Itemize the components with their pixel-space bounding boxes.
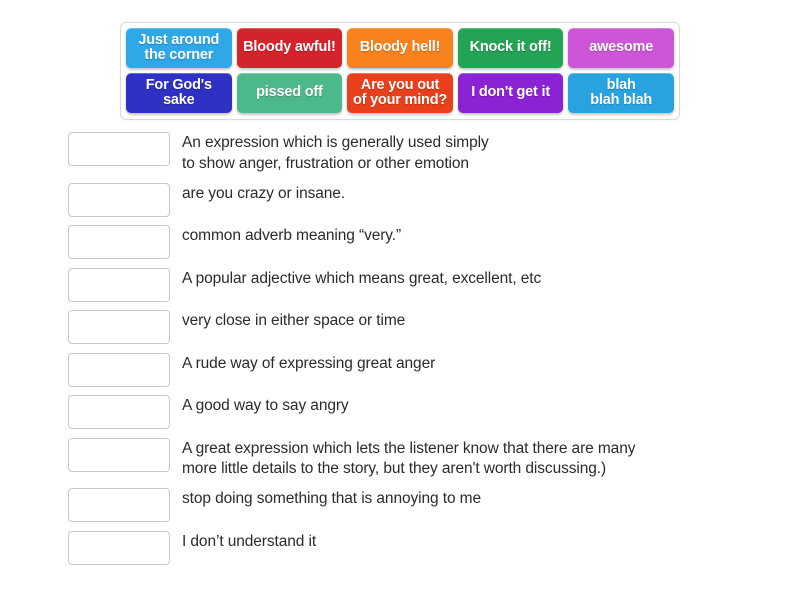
tile-for-gods-sake[interactable]: For God's sake — [126, 73, 232, 113]
tile-blah-blah-blah[interactable]: blah blah blah — [568, 73, 674, 113]
tile-line: Bloody awful! — [243, 39, 336, 56]
definition-row: An expression which is generally used si… — [68, 132, 768, 174]
tile-line: Just around — [138, 31, 220, 48]
definition-text: are you crazy or insane. — [182, 183, 768, 205]
tile-bank-row-1: Just around the corner Bloody awful! Blo… — [125, 28, 675, 73]
definition-line: I don’t understand it — [182, 532, 317, 550]
definition-line: to show anger, frustration or other emot… — [182, 154, 469, 172]
tile-line: Knock it off! — [469, 39, 552, 56]
tile-line: I don't get it — [471, 84, 550, 101]
definition-text: A good way to say angry — [182, 395, 768, 417]
tile-are-you-out-of-your-mind[interactable]: Are you out of your mind? — [347, 73, 453, 113]
tile-just-around-the-corner[interactable]: Just around the corner — [126, 28, 232, 68]
tile-line: blah blah — [590, 92, 653, 108]
answer-drop-box[interactable] — [68, 352, 170, 387]
definition-line: An expression which is generally used si… — [182, 134, 489, 151]
answer-drop-box[interactable] — [68, 267, 170, 302]
definition-row: A good way to say angry — [68, 395, 768, 430]
definition-line: very close in either space or time — [182, 312, 406, 330]
answer-drop-box[interactable] — [68, 310, 170, 345]
definition-text: A great expression which lets the listen… — [182, 438, 768, 480]
tile-pissed-off[interactable]: pissed off — [236, 73, 343, 113]
answer-drop-box[interactable] — [68, 395, 170, 430]
tile-line: blah — [606, 76, 636, 93]
answer-drop-box[interactable] — [68, 437, 170, 472]
tile-bloody-hell[interactable]: Bloody hell! — [347, 28, 453, 68]
definition-line: A rude way of expressing great anger — [182, 354, 436, 372]
tile-line: Are you out — [360, 76, 440, 93]
definition-row: are you crazy or insane. — [68, 182, 768, 217]
definition-line: A great expression which lets the listen… — [182, 439, 636, 457]
answer-drop-box[interactable] — [68, 530, 170, 565]
tile-bank-row-2: For God's sake pissed off Are you out of… — [125, 73, 675, 113]
definition-line: common adverb meaning “very.” — [182, 227, 402, 245]
definition-text: A popular adjective which means great, e… — [182, 268, 768, 290]
tile-awesome[interactable]: awesome — [568, 28, 674, 68]
definition-row: common adverb meaning “very.” — [68, 225, 768, 260]
tile-line: awesome — [589, 39, 654, 56]
definition-text: An expression which is generally used si… — [182, 132, 768, 174]
definition-list: An expression which is generally used si… — [68, 132, 768, 573]
tile-line: sake — [163, 92, 195, 108]
answer-drop-box[interactable] — [68, 488, 170, 523]
definition-row: stop doing something that is annoying to… — [68, 488, 768, 523]
definition-row: A rude way of expressing great anger — [68, 352, 768, 387]
definition-text: A rude way of expressing great anger — [182, 353, 768, 375]
tile-i-dont-get-it[interactable]: I don't get it — [457, 73, 564, 113]
definition-line: A good way to say angry — [182, 397, 349, 415]
tile-knock-it-off[interactable]: Knock it off! — [457, 28, 564, 68]
tile-bank: Just around the corner Bloody awful! Blo… — [120, 22, 680, 120]
tile-line: pissed off — [256, 84, 323, 101]
definition-row: very close in either space or time — [68, 310, 768, 345]
definition-text: I don’t understand it — [182, 531, 768, 553]
tile-line: Bloody hell! — [359, 39, 441, 56]
definition-line: stop doing something that is annoying to… — [182, 490, 482, 508]
tile-bloody-awful[interactable]: Bloody awful! — [236, 28, 343, 68]
tile-line: of your mind? — [352, 92, 448, 108]
answer-drop-box[interactable] — [68, 225, 170, 260]
answer-drop-box[interactable] — [68, 182, 170, 217]
definition-text: very close in either space or time — [182, 310, 768, 332]
definition-row: A popular adjective which means great, e… — [68, 267, 768, 302]
definition-row: I don’t understand it — [68, 530, 768, 565]
definition-line: are you crazy or insane. — [182, 184, 346, 202]
definition-line: A popular adjective which means great, e… — [182, 269, 542, 287]
definition-line: more little details to the story, but th… — [182, 460, 607, 478]
tile-line: For God's — [145, 76, 212, 93]
definition-text: common adverb meaning “very.” — [182, 225, 768, 247]
definition-row: A great expression which lets the listen… — [68, 437, 768, 480]
answer-drop-box[interactable] — [68, 132, 170, 166]
definition-text: stop doing something that is annoying to… — [182, 488, 768, 510]
tile-line: the corner — [144, 47, 214, 63]
